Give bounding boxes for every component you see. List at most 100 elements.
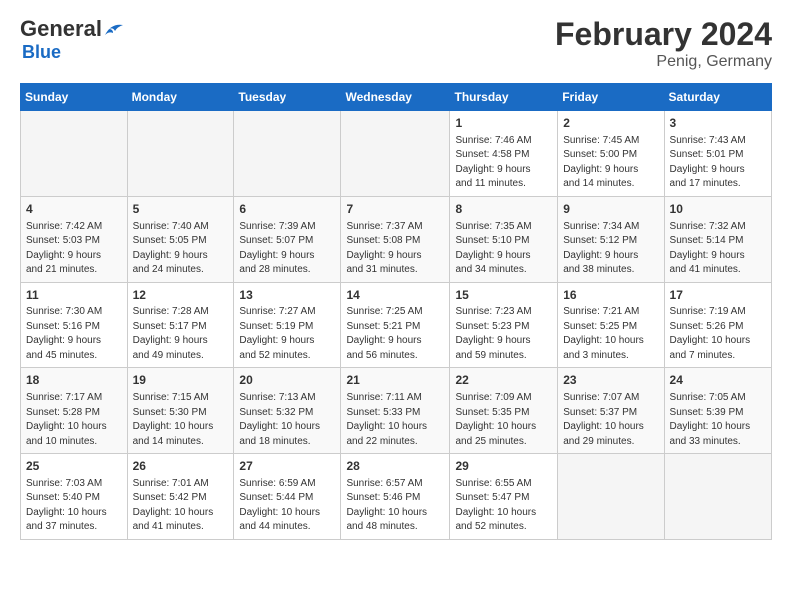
- calendar-week-row: 1 Sunrise: 7:46 AM Sunset: 4:58 PM Daylig…: [21, 111, 772, 197]
- calendar-cell: 23 Sunrise: 7:07 AM Sunset: 5:37 PM Dayli…: [558, 368, 664, 454]
- day-number: 9: [563, 201, 658, 218]
- calendar-week-row: 18Sunrise: 7:17 AM Sunset: 5:28 PM Dayli…: [21, 368, 772, 454]
- calendar-cell: 3 Sunrise: 7:43 AM Sunset: 5:01 PM Daylig…: [664, 111, 771, 197]
- day-info: Sunrise: 7:19 AM Sunset: 5:26 PM Dayligh…: [670, 305, 766, 363]
- day-info: Sunrise: 7:25 AM Sunset: 5:21 PM Dayligh…: [346, 305, 444, 363]
- day-number: 18: [26, 372, 122, 389]
- calendar-cell: 6 Sunrise: 7:39 AM Sunset: 5:07 PM Daylig…: [234, 196, 341, 282]
- day-number: 23: [563, 372, 658, 389]
- day-info: Sunrise: 7:27 AM Sunset: 5:19 PM Dayligh…: [239, 305, 335, 363]
- logo-text: General: [20, 16, 126, 42]
- day-number: 26: [133, 458, 229, 475]
- day-info: Sunrise: 7:28 AM Sunset: 5:17 PM Dayligh…: [133, 305, 229, 363]
- day-number: 22: [455, 372, 552, 389]
- day-info: Sunrise: 7:05 AM Sunset: 5:39 PM Dayligh…: [670, 391, 766, 449]
- day-info: Sunrise: 6:57 AM Sunset: 5:46 PM Dayligh…: [346, 477, 444, 535]
- calendar-week-row: 4 Sunrise: 7:42 AM Sunset: 5:03 PM Daylig…: [21, 196, 772, 282]
- day-info: Sunrise: 7:40 AM Sunset: 5:05 PM Dayligh…: [133, 220, 229, 278]
- day-number: 24: [670, 372, 766, 389]
- day-info: Sunrise: 7:34 AM Sunset: 5:12 PM Dayligh…: [563, 220, 658, 278]
- day-number: 15: [455, 287, 552, 304]
- calendar-table: SundayMondayTuesdayWednesdayThursdayFrid…: [20, 83, 772, 540]
- calendar-cell: 17Sunrise: 7:19 AM Sunset: 5:26 PM Dayli…: [664, 282, 771, 368]
- calendar-cell: 2 Sunrise: 7:45 AM Sunset: 5:00 PM Daylig…: [558, 111, 664, 197]
- day-number: 6: [239, 201, 335, 218]
- title-block: February 2024 Penig, Germany: [555, 16, 772, 71]
- day-number: 11: [26, 287, 122, 304]
- calendar-cell: [21, 111, 128, 197]
- day-info: Sunrise: 7:15 AM Sunset: 5:30 PM Dayligh…: [133, 391, 229, 449]
- logo-bird-icon: [103, 21, 125, 39]
- day-number: 16: [563, 287, 658, 304]
- calendar-cell: 27 Sunrise: 6:59 AM Sunset: 5:44 PM Dayli…: [234, 454, 341, 540]
- calendar-cell: 8 Sunrise: 7:35 AM Sunset: 5:10 PM Daylig…: [450, 196, 558, 282]
- day-number: 29: [455, 458, 552, 475]
- day-number: 12: [133, 287, 229, 304]
- calendar-cell: 28 Sunrise: 6:57 AM Sunset: 5:46 PM Dayli…: [341, 454, 450, 540]
- day-number: 17: [670, 287, 766, 304]
- day-number: 1: [455, 115, 552, 132]
- day-info: Sunrise: 7:23 AM Sunset: 5:23 PM Dayligh…: [455, 305, 552, 363]
- day-of-week-header: Thursday: [450, 84, 558, 111]
- calendar-cell: 26 Sunrise: 7:01 AM Sunset: 5:42 PM Dayli…: [127, 454, 234, 540]
- day-info: Sunrise: 7:01 AM Sunset: 5:42 PM Dayligh…: [133, 477, 229, 535]
- day-info: Sunrise: 7:07 AM Sunset: 5:37 PM Dayligh…: [563, 391, 658, 449]
- calendar-cell: [558, 454, 664, 540]
- day-number: 3: [670, 115, 766, 132]
- calendar-week-row: 11Sunrise: 7:30 AM Sunset: 5:16 PM Dayli…: [21, 282, 772, 368]
- calendar-cell: 16Sunrise: 7:21 AM Sunset: 5:25 PM Dayli…: [558, 282, 664, 368]
- day-number: 21: [346, 372, 444, 389]
- location: Penig, Germany: [555, 53, 772, 71]
- day-info: Sunrise: 7:32 AM Sunset: 5:14 PM Dayligh…: [670, 220, 766, 278]
- day-number: 2: [563, 115, 658, 132]
- day-number: 28: [346, 458, 444, 475]
- calendar-cell: 12Sunrise: 7:28 AM Sunset: 5:17 PM Dayli…: [127, 282, 234, 368]
- day-number: 25: [26, 458, 122, 475]
- day-number: 5: [133, 201, 229, 218]
- day-of-week-header: Tuesday: [234, 84, 341, 111]
- day-number: 27: [239, 458, 335, 475]
- day-of-week-header: Saturday: [664, 84, 771, 111]
- calendar-cell: 11Sunrise: 7:30 AM Sunset: 5:16 PM Dayli…: [21, 282, 128, 368]
- calendar-cell: 13Sunrise: 7:27 AM Sunset: 5:19 PM Dayli…: [234, 282, 341, 368]
- calendar-cell: 25 Sunrise: 7:03 AM Sunset: 5:40 PM Dayli…: [21, 454, 128, 540]
- day-number: 10: [670, 201, 766, 218]
- day-info: Sunrise: 7:45 AM Sunset: 5:00 PM Dayligh…: [563, 134, 658, 192]
- calendar-cell: 21 Sunrise: 7:11 AM Sunset: 5:33 PM Dayli…: [341, 368, 450, 454]
- day-number: 20: [239, 372, 335, 389]
- month-title: February 2024: [555, 16, 772, 53]
- day-of-week-header: Monday: [127, 84, 234, 111]
- day-number: 14: [346, 287, 444, 304]
- calendar-cell: [234, 111, 341, 197]
- day-of-week-header: Sunday: [21, 84, 128, 111]
- logo-blue-text: Blue: [22, 42, 61, 63]
- day-info: Sunrise: 6:59 AM Sunset: 5:44 PM Dayligh…: [239, 477, 335, 535]
- day-info: Sunrise: 7:11 AM Sunset: 5:33 PM Dayligh…: [346, 391, 444, 449]
- day-info: Sunrise: 7:35 AM Sunset: 5:10 PM Dayligh…: [455, 220, 552, 278]
- calendar-week-row: 25 Sunrise: 7:03 AM Sunset: 5:40 PM Dayli…: [21, 454, 772, 540]
- calendar-header: SundayMondayTuesdayWednesdayThursdayFrid…: [21, 84, 772, 111]
- calendar-cell: [664, 454, 771, 540]
- calendar-cell: 7 Sunrise: 7:37 AM Sunset: 5:08 PM Daylig…: [341, 196, 450, 282]
- day-number: 13: [239, 287, 335, 304]
- calendar-cell: 24 Sunrise: 7:05 AM Sunset: 5:39 PM Dayli…: [664, 368, 771, 454]
- day-info: Sunrise: 7:09 AM Sunset: 5:35 PM Dayligh…: [455, 391, 552, 449]
- calendar-cell: 29Sunrise: 6:55 AM Sunset: 5:47 PM Dayli…: [450, 454, 558, 540]
- day-info: Sunrise: 7:42 AM Sunset: 5:03 PM Dayligh…: [26, 220, 122, 278]
- day-number: 7: [346, 201, 444, 218]
- day-info: Sunrise: 7:39 AM Sunset: 5:07 PM Dayligh…: [239, 220, 335, 278]
- day-info: Sunrise: 7:46 AM Sunset: 4:58 PM Dayligh…: [455, 134, 552, 192]
- calendar-cell: 19 Sunrise: 7:15 AM Sunset: 5:30 PM Dayli…: [127, 368, 234, 454]
- calendar-cell: 5 Sunrise: 7:40 AM Sunset: 5:05 PM Daylig…: [127, 196, 234, 282]
- day-info: Sunrise: 7:37 AM Sunset: 5:08 PM Dayligh…: [346, 220, 444, 278]
- day-of-week-header: Friday: [558, 84, 664, 111]
- day-number: 19: [133, 372, 229, 389]
- day-info: Sunrise: 7:43 AM Sunset: 5:01 PM Dayligh…: [670, 134, 766, 192]
- calendar-cell: 4 Sunrise: 7:42 AM Sunset: 5:03 PM Daylig…: [21, 196, 128, 282]
- calendar-cell: 15Sunrise: 7:23 AM Sunset: 5:23 PM Dayli…: [450, 282, 558, 368]
- day-number: 8: [455, 201, 552, 218]
- day-info: Sunrise: 7:30 AM Sunset: 5:16 PM Dayligh…: [26, 305, 122, 363]
- calendar-cell: 9 Sunrise: 7:34 AM Sunset: 5:12 PM Daylig…: [558, 196, 664, 282]
- day-number: 4: [26, 201, 122, 218]
- day-info: Sunrise: 7:03 AM Sunset: 5:40 PM Dayligh…: [26, 477, 122, 535]
